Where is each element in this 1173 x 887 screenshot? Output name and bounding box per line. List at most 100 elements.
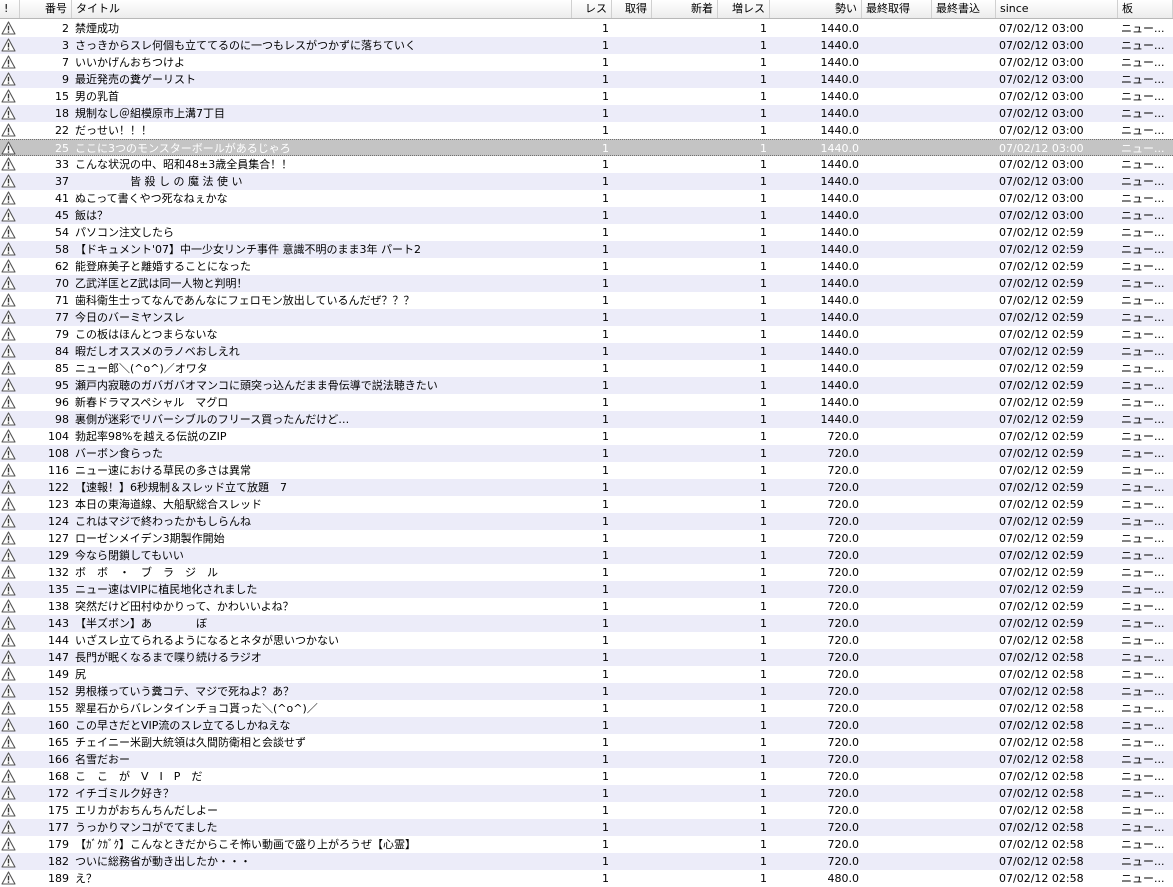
thread-row[interactable]: 177 うっかりマンコがでてました 1 1 720.0 07/02/12 02:58 ニュー… bbox=[0, 819, 1173, 836]
thread-row[interactable]: 160 この早さだとVIP流のスレ立てるしかねえな 1 1 720.0 07/02/12 … bbox=[0, 717, 1173, 734]
thread-row[interactable]: 152 男根様っていう糞コテ、マジで死ねよ？あ？ 1 1 720.0 07/02/12 0… bbox=[0, 683, 1173, 700]
thread-row[interactable]: 122 【速報！】6秒規制＆スレッド立て放題 7 1 1 720.0 07/02/12 0… bbox=[0, 479, 1173, 496]
thread-row[interactable]: 127 ローゼンメイデン3期製作開始 1 1 720.0 07/02/12 02:59 ニュ… bbox=[0, 530, 1173, 547]
cell-since: 07/02/12 02:58 bbox=[999, 804, 1084, 817]
column-header-res[interactable]: レス bbox=[572, 0, 612, 18]
cell-no: 54 bbox=[55, 226, 69, 239]
thread-row[interactable]: 149 尻 1 1 720.0 07/02/12 02:58 ニュー... bbox=[0, 666, 1173, 683]
warning-icon bbox=[0, 105, 20, 122]
cell-since: 07/02/12 02:59 bbox=[999, 583, 1084, 596]
thread-row[interactable]: 84 暇だしオススメのラノベおしえれ 1 1 1440.0 07/02/12 02:59 ニ… bbox=[0, 343, 1173, 360]
thread-row[interactable]: 18 規制なし＠組模原市上溝7丁目 1 1 1440.0 07/02/12 03:00 ニュ… bbox=[0, 105, 1173, 122]
column-header-momentum[interactable]: 勢い bbox=[770, 0, 862, 18]
cell-res: 1 bbox=[602, 277, 609, 290]
thread-row[interactable]: 168 こ こ が V I P だ 1 1 720.0 07/02/12 02:58 ニュー… bbox=[0, 768, 1173, 785]
cell-board: ニュー... bbox=[1121, 260, 1165, 273]
column-header-new[interactable]: 新着 bbox=[652, 0, 718, 18]
thread-row[interactable]: 155 翠星石からバレンタインチョコ貰った＼(^o^)／ 1 1 720.0 07/02/… bbox=[0, 700, 1173, 717]
cell-momentum: 1440.0 bbox=[820, 142, 860, 155]
thread-row[interactable]: 45 飯は？ 1 1 1440.0 07/02/12 03:00 ニュー... bbox=[0, 207, 1173, 224]
thread-row[interactable]: 144 いざスレ立てられるようになるとネタが思いつかない 1 1 720.0 07/02/… bbox=[0, 632, 1173, 649]
thread-row[interactable]: 85 ニュー郎＼(^o^)／オワタ 1 1 1440.0 07/02/12 02:59 ニュ… bbox=[0, 360, 1173, 377]
column-header-board[interactable]: 板 bbox=[1118, 0, 1173, 18]
thread-row[interactable]: 22 だっせい！！！ 1 1 1440.0 07/02/12 03:00 ニュー... bbox=[0, 122, 1173, 139]
cell-lastwrite bbox=[932, 717, 996, 734]
thread-row[interactable]: 108 バーボン食らった 1 1 720.0 07/02/12 02:59 ニュー... bbox=[0, 445, 1173, 462]
cell-title: これはマジで終わったかもしらんね bbox=[75, 515, 251, 528]
thread-row[interactable]: 7 いいかげんおちつけよ 1 1 1440.0 07/02/12 03:00 ニュー... bbox=[0, 54, 1173, 71]
thread-row[interactable]: 132 ボ ボ ・ ブ ラ ジ ル 1 1 720.0 07/02/12 02:59 ニュー… bbox=[0, 564, 1173, 581]
thread-row[interactable]: 95 瀬戸内寂聴のガバガバオマンコに頭突っ込んだまま骨伝導で説法聴きたい 1 1 144… bbox=[0, 377, 1173, 394]
cell-res: 1 bbox=[602, 753, 609, 766]
cell-momentum: 720.0 bbox=[827, 821, 860, 834]
column-header-icon[interactable]: ! bbox=[0, 0, 20, 18]
thread-row[interactable]: 77 今日のバーミヤンスレ 1 1 1440.0 07/02/12 02:59 ニュー... bbox=[0, 309, 1173, 326]
column-header-lastwrite[interactable]: 最終書込 bbox=[932, 0, 996, 18]
thread-row[interactable]: 37 皆 殺 し の 魔 法 使 い 1 1 1440.0 07/02/12 03:00… bbox=[0, 173, 1173, 190]
thread-row[interactable]: 179 【ｶﾞｸｶﾞｸ】こんなときだからこそ怖い動画で盛り上がろうぜ【心霊】 1 1 7… bbox=[0, 836, 1173, 853]
thread-row[interactable]: 175 エリカがおちんちんだしよー 1 1 720.0 07/02/12 02:58 ニュー… bbox=[0, 802, 1173, 819]
cell-res: 1 bbox=[602, 770, 609, 783]
thread-row[interactable]: 3 さっきからスレ何個も立ててるのに一つもレスがつかずに落ちていく 1 1 1440.0… bbox=[0, 37, 1173, 54]
cell-no: 62 bbox=[55, 260, 69, 273]
warning-icon bbox=[0, 785, 20, 802]
cell-res: 1 bbox=[602, 736, 609, 749]
thread-row[interactable]: 58 【ドキュメント'07】中一少女リンチ事件 意識不明のまま3年 パート2 1 1 1… bbox=[0, 241, 1173, 258]
cell-since: 07/02/12 02:59 bbox=[999, 311, 1084, 324]
thread-row[interactable]: 138 突然だけど田村ゆかりって、かわいいよね？ 1 1 720.0 07/02/12 0… bbox=[0, 598, 1173, 615]
cell-title: え？ bbox=[75, 872, 97, 885]
cell-res: 1 bbox=[602, 447, 609, 460]
thread-list[interactable]: ! 番号 タイトル レス 取得 新着 増レス 勢い 最終取得 最終書込 since 板 2 禁煙成功 1 1… bbox=[0, 0, 1173, 887]
thread-row[interactable]: 9 最近発売の糞ゲーリスト 1 1 1440.0 07/02/12 03:00 ニュー... bbox=[0, 71, 1173, 88]
cell-lastget bbox=[862, 785, 932, 802]
cell-lastwrite bbox=[932, 802, 996, 819]
thread-row[interactable]: 182 ついに総務省が動き出したか・・・ 1 1 720.0 07/02/12 02:58… bbox=[0, 853, 1173, 870]
warning-icon bbox=[0, 479, 20, 496]
thread-row[interactable]: 143 【半ズボン】あ ぼ 1 1 720.0 07/02/12 02:59 ニュー... bbox=[0, 615, 1173, 632]
cell-new bbox=[652, 751, 718, 768]
thread-row[interactable]: 54 パソコン注文したら 1 1 1440.0 07/02/12 02:59 ニュー... bbox=[0, 224, 1173, 241]
column-header-got[interactable]: 取得 bbox=[612, 0, 652, 18]
cell-board: ニュー... bbox=[1121, 600, 1165, 613]
thread-row[interactable]: 135 ニュー速はVIPに植民地化されました 1 1 720.0 07/02/12 02:… bbox=[0, 581, 1173, 598]
column-header-title[interactable]: タイトル bbox=[72, 0, 572, 18]
column-header-inc[interactable]: 増レス bbox=[718, 0, 770, 18]
thread-row[interactable]: 104 勃起率98%を越える伝説のZIP 1 1 720.0 07/02/12 02:59… bbox=[0, 428, 1173, 445]
cell-res: 1 bbox=[602, 260, 609, 273]
cell-since: 07/02/12 02:58 bbox=[999, 770, 1084, 783]
thread-row[interactable]: 172 イチゴミルク好き？ 1 1 720.0 07/02/12 02:58 ニュー... bbox=[0, 785, 1173, 802]
thread-row[interactable]: 98 裏側が迷彩でリバーシブルのフリース買ったんだけど… 1 1 1440.0 07/02… bbox=[0, 411, 1173, 428]
cell-since: 07/02/12 02:58 bbox=[999, 634, 1084, 647]
thread-row[interactable]: 129 今なら閉鎖してもいい 1 1 720.0 07/02/12 02:59 ニュー... bbox=[0, 547, 1173, 564]
warning-icon bbox=[0, 581, 20, 598]
cell-momentum: 720.0 bbox=[827, 753, 860, 766]
thread-row[interactable]: 62 能登麻美子と離婚することになった 1 1 1440.0 07/02/12 02:59… bbox=[0, 258, 1173, 275]
cell-momentum: 720.0 bbox=[827, 447, 860, 460]
cell-lastget bbox=[862, 105, 932, 122]
thread-row[interactable]: 71 歯科衛生士ってなんであんなにフェロモン放出しているんだぜ？？？ 1 1 1440.… bbox=[0, 292, 1173, 309]
thread-row[interactable]: 147 長門が眠くなるまで喋り続けるラジオ 1 1 720.0 07/02/12 02:5… bbox=[0, 649, 1173, 666]
thread-row[interactable]: 166 名雪だおー 1 1 720.0 07/02/12 02:58 ニュー... bbox=[0, 751, 1173, 768]
thread-row[interactable]: 41 ぬこって書くやつ死なねぇかな 1 1 1440.0 07/02/12 03:00 ニュ… bbox=[0, 190, 1173, 207]
thread-row[interactable]: 79 この板はほんとつまらないな 1 1 1440.0 07/02/12 02:59 ニュー… bbox=[0, 326, 1173, 343]
thread-row[interactable]: 116 ニュー速における草民の多さは異常 1 1 720.0 07/02/12 02:59… bbox=[0, 462, 1173, 479]
thread-row[interactable]: 96 新春ドラマスペシャル マグロ 1 1 1440.0 07/02/12 02:59 ニュ… bbox=[0, 394, 1173, 411]
column-header-since[interactable]: since bbox=[996, 0, 1118, 18]
cell-new bbox=[652, 479, 718, 496]
thread-row[interactable]: 165 チェイニー米副大統領は久間防衛相と会談せず 1 1 720.0 07/02/12 … bbox=[0, 734, 1173, 751]
column-header-no[interactable]: 番号 bbox=[20, 0, 72, 18]
thread-row[interactable]: 70 乙武洋匡とZ武は同一人物と判明！ 1 1 1440.0 07/02/12 02:59… bbox=[0, 275, 1173, 292]
thread-row[interactable]: 15 男の乳首 1 1 1440.0 07/02/12 03:00 ニュー... bbox=[0, 88, 1173, 105]
cell-since: 07/02/12 03:00 bbox=[999, 142, 1084, 155]
column-header-lastget[interactable]: 最終取得 bbox=[862, 0, 932, 18]
thread-row[interactable]: 25 ここに3つのモンスターボールがあるじゃろ 1 1 1440.0 07/02/12 0… bbox=[0, 139, 1173, 156]
thread-row[interactable]: 124 これはマジで終わったかもしらんね 1 1 720.0 07/02/12 02:59… bbox=[0, 513, 1173, 530]
thread-row[interactable]: 2 禁煙成功 1 1 1440.0 07/02/12 03:00 ニュー... bbox=[0, 20, 1173, 37]
cell-got bbox=[612, 326, 652, 343]
thread-row[interactable]: 33 こんな状況の中、昭和48±3歳全員集合！！ 1 1 1440.0 07/02/12 … bbox=[0, 156, 1173, 173]
cell-title: こ こ が V I P だ bbox=[75, 770, 203, 783]
cell-board: ニュー... bbox=[1121, 413, 1165, 426]
thread-row[interactable]: 189 え？ 1 1 480.0 07/02/12 02:58 ニュー... bbox=[0, 870, 1173, 887]
thread-row[interactable]: 123 本日の東海道線、大船駅総合スレッド 1 1 720.0 07/02/12 02:5… bbox=[0, 496, 1173, 513]
cell-momentum: 1440.0 bbox=[820, 328, 860, 341]
